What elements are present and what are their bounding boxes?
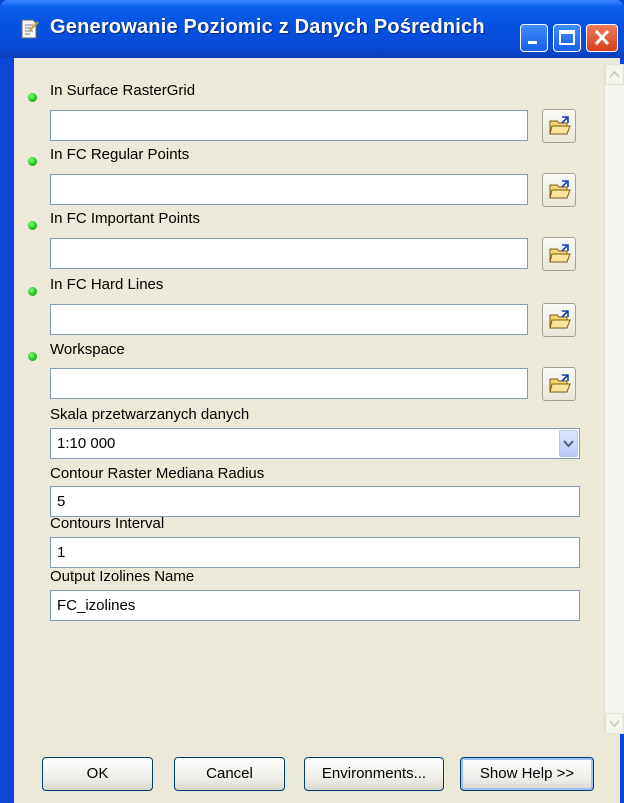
dialog-button-bar: OK Cancel Environments... Show Help >> bbox=[14, 734, 620, 803]
scale-label: Skala przetwarzanych danych bbox=[50, 406, 250, 423]
regular-points-browse-button[interactable] bbox=[542, 173, 576, 207]
parameters-pane: In Surface RasterGrid In FC Regular Poin… bbox=[14, 58, 624, 734]
scale-select[interactable]: 1:10 000 bbox=[50, 428, 580, 459]
regular-points-input[interactable] bbox=[50, 174, 528, 205]
close-icon bbox=[594, 29, 610, 46]
workspace-input[interactable] bbox=[50, 368, 528, 399]
dialog-window: Generowanie Poziomic z Danych Pośrednich… bbox=[0, 0, 624, 803]
surface-input[interactable] bbox=[50, 110, 528, 141]
interval-input[interactable]: 1 bbox=[50, 537, 580, 568]
required-indicator bbox=[28, 221, 37, 230]
open-folder-icon bbox=[549, 244, 571, 263]
minimize-button[interactable] bbox=[520, 24, 548, 52]
hard-lines-label: In FC Hard Lines bbox=[50, 276, 164, 293]
required-indicator bbox=[28, 93, 37, 102]
required-indicator bbox=[28, 157, 37, 166]
required-indicator bbox=[28, 352, 37, 361]
open-folder-icon bbox=[549, 310, 571, 329]
ok-button[interactable]: OK bbox=[42, 757, 153, 791]
scroll-down-button[interactable] bbox=[605, 713, 624, 734]
regular-points-label: In FC Regular Points bbox=[50, 146, 190, 163]
surface-browse-button[interactable] bbox=[542, 109, 576, 143]
maximize-button[interactable] bbox=[553, 24, 581, 52]
show-help-button[interactable]: Show Help >> bbox=[460, 757, 594, 791]
workspace-label: Workspace bbox=[50, 341, 125, 358]
cancel-button[interactable]: Cancel bbox=[174, 757, 285, 791]
open-folder-icon bbox=[549, 374, 571, 393]
scroll-up-button[interactable] bbox=[605, 64, 624, 85]
tool-script-icon bbox=[18, 18, 40, 40]
important-points-label: In FC Important Points bbox=[50, 210, 201, 227]
close-button[interactable] bbox=[586, 24, 618, 52]
important-points-input[interactable] bbox=[50, 238, 528, 269]
workspace-browse-button[interactable] bbox=[542, 367, 576, 401]
window-title: Generowanie Poziomic z Danych Pośrednich bbox=[50, 16, 485, 38]
output-name-label: Output Izolines Name bbox=[50, 568, 195, 585]
vertical-scrollbar[interactable] bbox=[604, 64, 624, 734]
required-indicator bbox=[28, 287, 37, 296]
hard-lines-browse-button[interactable] bbox=[542, 303, 576, 337]
important-points-browse-button[interactable] bbox=[542, 237, 576, 271]
chevron-down-icon bbox=[609, 720, 620, 728]
surface-label: In Surface RasterGrid bbox=[50, 82, 196, 99]
chevron-down-icon bbox=[563, 440, 574, 448]
output-name-input[interactable]: FC_izolines bbox=[50, 590, 580, 621]
chevron-up-icon bbox=[609, 70, 620, 78]
scale-dropdown-button[interactable] bbox=[559, 430, 578, 457]
minimize-icon bbox=[528, 41, 537, 44]
median-radius-label: Contour Raster Mediana Radius bbox=[50, 465, 265, 482]
title-bar[interactable]: Generowanie Poziomic z Danych Pośrednich bbox=[0, 0, 624, 58]
median-radius-input[interactable]: 5 bbox=[50, 486, 580, 517]
open-folder-icon bbox=[549, 180, 571, 199]
environments-button[interactable]: Environments... bbox=[304, 757, 444, 791]
interval-label: Contours Interval bbox=[50, 515, 165, 532]
hard-lines-input[interactable] bbox=[50, 304, 528, 335]
open-folder-icon bbox=[549, 116, 571, 135]
dialog-client: In Surface RasterGrid In FC Regular Poin… bbox=[14, 58, 624, 803]
maximize-icon bbox=[559, 30, 575, 45]
scale-selected-value: 1:10 000 bbox=[57, 435, 116, 452]
